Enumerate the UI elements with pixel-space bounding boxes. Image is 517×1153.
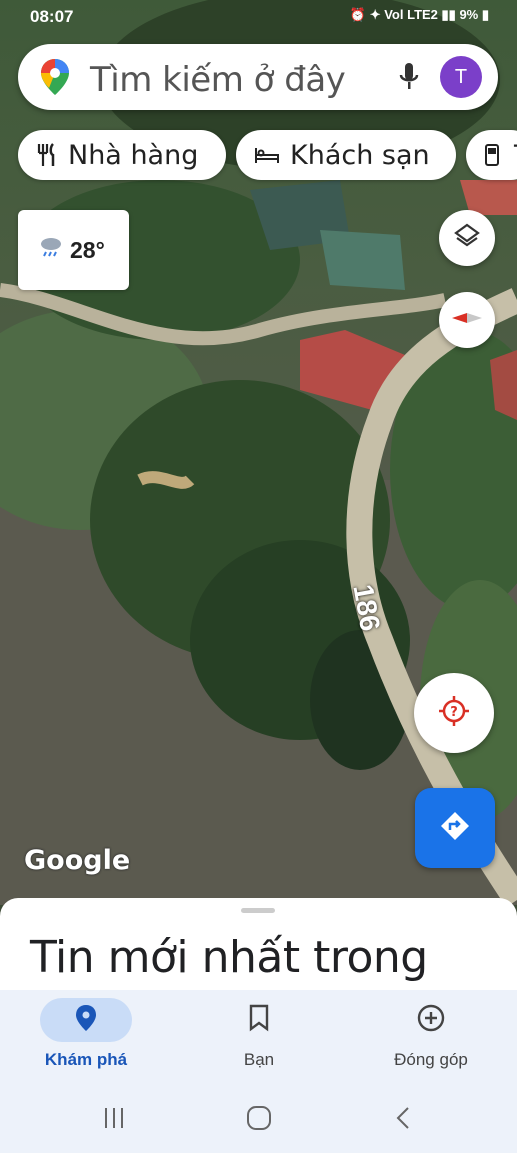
- nav-label: Đóng góp: [394, 1050, 468, 1069]
- home-icon[interactable]: [246, 1105, 272, 1136]
- status-icons: ⏰ ✦ Vol LTE2 ▮▮ 9% ▮: [349, 7, 489, 22]
- weather-temp: 28°: [70, 236, 105, 263]
- recent-apps-icon[interactable]: [102, 1106, 126, 1135]
- nav-label: Bạn: [243, 1050, 275, 1069]
- status-bar: 08:07 ⏰ ✦ Vol LTE2 ▮▮ 9% ▮: [0, 0, 517, 34]
- chip-hotels[interactable]: Khách sạn: [236, 130, 456, 180]
- search-bar[interactable]: Tìm kiếm ở đây T: [18, 44, 498, 110]
- chip-gas-station[interactable]: T: [466, 130, 517, 180]
- add-circle-icon: [416, 1003, 446, 1038]
- weather-widget[interactable]: 28°: [18, 210, 129, 290]
- rain-cloud-icon: [38, 235, 64, 265]
- gas-station-icon: [484, 143, 504, 167]
- nav-you[interactable]: Bạn: [189, 998, 329, 1070]
- search-input[interactable]: Tìm kiếm ở đây: [90, 60, 346, 100]
- google-attribution: Google: [24, 845, 131, 876]
- nav-label: Khám phá: [44, 1050, 128, 1069]
- directions-icon: [438, 809, 472, 848]
- nav-contribute[interactable]: Đóng góp: [361, 998, 501, 1070]
- explore-pin-icon: [75, 1004, 97, 1037]
- bottom-navigation: Khám phá Bạn Đóng góp: [0, 990, 517, 1088]
- layers-icon: [453, 222, 481, 255]
- chip-label: Khách sạn: [290, 139, 430, 171]
- status-time: 08:07: [30, 7, 74, 26]
- avatar[interactable]: T: [440, 56, 482, 98]
- sheet-drag-handle[interactable]: [241, 908, 275, 913]
- compass-icon: [450, 309, 484, 332]
- compass-button[interactable]: [439, 292, 495, 348]
- layers-button[interactable]: [439, 210, 495, 266]
- sheet-title: Tin mới nhất trong: [30, 932, 428, 983]
- my-location-button[interactable]: ?: [414, 673, 494, 753]
- microphone-icon[interactable]: [398, 62, 420, 97]
- chip-restaurants[interactable]: Nhà hàng: [18, 130, 226, 180]
- directions-button[interactable]: [415, 788, 495, 868]
- back-icon[interactable]: [395, 1106, 411, 1135]
- system-navigation-bar: [0, 1088, 517, 1153]
- google-maps-pin-icon: [40, 58, 70, 101]
- bottom-sheet[interactable]: Tin mới nhất trong: [0, 898, 517, 998]
- hotel-icon: [254, 145, 280, 165]
- location-unknown-icon: ?: [437, 694, 471, 733]
- svg-text:?: ?: [450, 705, 458, 720]
- bookmark-icon: [248, 1004, 270, 1037]
- chip-label: Nhà hàng: [68, 139, 199, 171]
- nav-explore[interactable]: Khám phá: [16, 998, 156, 1070]
- restaurant-icon: [36, 143, 58, 167]
